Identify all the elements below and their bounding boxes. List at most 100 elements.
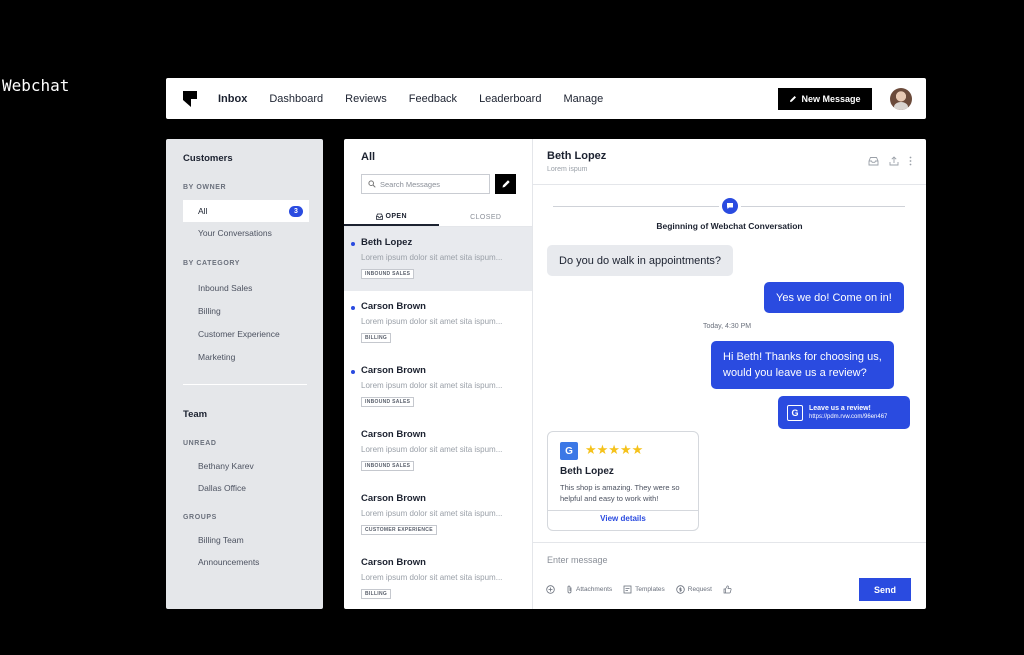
paperclip-icon xyxy=(567,585,572,594)
share-icon[interactable] xyxy=(889,156,899,166)
sidebar-item-marketing[interactable]: Marketing xyxy=(183,345,307,368)
templates-button[interactable]: Templates xyxy=(623,585,665,594)
sidebar-item-bethany-karev[interactable]: Bethany Karev xyxy=(183,455,307,477)
dollar-circle-icon xyxy=(676,585,685,594)
nav-reviews[interactable]: Reviews xyxy=(345,93,387,105)
by-owner-label: BY OWNER xyxy=(183,184,227,191)
search-box[interactable] xyxy=(361,174,490,194)
conversation-name: Carson Brown xyxy=(361,493,426,504)
sidebar: Customers BY OWNER All 3 Your Conversati… xyxy=(166,139,323,609)
thumbs-up-icon xyxy=(723,585,732,594)
nav-feedback[interactable]: Feedback xyxy=(409,93,457,105)
google-icon: G xyxy=(560,442,578,460)
chat-bubble-icon xyxy=(722,198,738,214)
templates-label: Templates xyxy=(635,586,665,593)
user-avatar[interactable] xyxy=(890,87,912,110)
conversation-start-label: Beginning of Webchat Conversation xyxy=(656,221,803,231)
review-text: This shop is amazing. They were so helpf… xyxy=(560,483,680,503)
new-message-button[interactable]: New Message xyxy=(778,87,872,110)
customers-heading: Customers xyxy=(183,153,233,164)
sidebar-item-inbound-sales[interactable]: Inbound Sales xyxy=(183,276,307,299)
conversation-preview: Lorem ipsum dolor sit amet sita ispum... xyxy=(361,381,503,390)
message-line: would you leave us a review? xyxy=(723,367,867,379)
inbox-icon xyxy=(375,213,383,220)
category-tag: INBOUND SALES xyxy=(361,397,415,407)
more-vertical-icon[interactable] xyxy=(909,156,912,166)
conversation-list: All OPEN CLOSED Beth Lopez Lorem ipsum d… xyxy=(344,139,533,609)
unread-dot xyxy=(351,306,355,310)
new-message-label: New Message xyxy=(801,93,861,104)
request-label: Request xyxy=(687,586,712,593)
google-icon: G xyxy=(787,404,803,421)
compose-button[interactable] xyxy=(495,174,516,194)
reviewer-name: Beth Lopez xyxy=(560,466,614,477)
message-composer: Attachments Templates Request Send xyxy=(533,542,926,609)
request-button[interactable]: Request xyxy=(676,585,712,594)
tab-closed[interactable]: CLOSED xyxy=(439,209,533,226)
brand-logo-icon[interactable] xyxy=(182,90,198,108)
nav-manage[interactable]: Manage xyxy=(563,93,603,105)
sidebar-item-customer-experience[interactable]: Customer Experience xyxy=(183,322,307,345)
by-category-label: BY CATEGORY xyxy=(183,260,241,267)
conversation-name: Carson Brown xyxy=(361,557,426,568)
review-link-title: Leave us a review! xyxy=(809,405,871,412)
plus-circle-icon xyxy=(546,585,555,594)
view-details-link[interactable]: View details xyxy=(548,514,698,523)
message-timestamp: Today, 4:30 PM xyxy=(703,323,752,330)
conversation-item[interactable]: Carson Brown Lorem ipsum dolor sit amet … xyxy=(344,355,532,419)
chat-panel: Beth Lopez Lorem ispum Beginning of Webc… xyxy=(533,139,926,609)
review-link-url: https://pdm.rvw.com/96en467 xyxy=(809,414,888,420)
star-rating: ★★★★★ xyxy=(585,442,644,457)
conversation-preview: Lorem ipsum dolor sit amet sita ispum... xyxy=(361,445,503,454)
add-button[interactable] xyxy=(546,585,555,594)
conversation-preview: Lorem ipsum dolor sit amet sita ispum... xyxy=(361,253,503,262)
nav-dashboard[interactable]: Dashboard xyxy=(269,93,323,105)
tab-open[interactable]: OPEN xyxy=(344,209,439,226)
conversation-item[interactable]: Carson Brown Lorem ipsum dolor sit amet … xyxy=(344,419,532,483)
sidebar-item-all[interactable]: All 3 xyxy=(183,200,309,222)
category-tag: INBOUND SALES xyxy=(361,461,415,471)
search-input[interactable] xyxy=(380,179,480,189)
conversation-preview: Lorem ipsum dolor sit amet sita ispum... xyxy=(361,573,503,582)
nav-inbox[interactable]: Inbox xyxy=(218,93,247,105)
sidebar-item-your-conversations[interactable]: Your Conversations xyxy=(183,222,307,244)
category-tag: INBOUND SALES xyxy=(361,269,415,279)
tab-open-label: OPEN xyxy=(385,213,407,220)
conversation-preview: Lorem ipsum dolor sit amet sita ispum... xyxy=(361,317,503,326)
chat-header: Beth Lopez Lorem ispum xyxy=(533,139,926,185)
outgoing-message: Hi Beth! Thanks for choosing us, would y… xyxy=(711,341,894,389)
conversation-name: Beth Lopez xyxy=(361,237,413,248)
status-tabs: OPEN CLOSED xyxy=(344,209,533,227)
attachments-button[interactable]: Attachments xyxy=(566,585,612,594)
page-label: Webchat xyxy=(2,76,70,95)
outgoing-message: Yes we do! Come on in! xyxy=(764,282,904,313)
contact-subtitle: Lorem ispum xyxy=(547,166,588,173)
unread-dot xyxy=(351,370,355,374)
sidebar-item-dallas-office[interactable]: Dallas Office xyxy=(183,477,307,499)
sidebar-item-announcements[interactable]: Announcements xyxy=(183,551,307,573)
search-icon xyxy=(368,180,376,188)
archive-icon[interactable] xyxy=(868,156,879,166)
category-tag: CUSTOMER EXPERIENCE xyxy=(361,525,437,535)
groups-label: GROUPS xyxy=(183,514,217,521)
review-link-message[interactable]: G Leave us a review! https://pdm.rvw.com… xyxy=(778,396,910,429)
nav-leaderboard[interactable]: Leaderboard xyxy=(479,93,541,105)
review-card: G ★★★★★ Beth Lopez This shop is amazing.… xyxy=(547,431,699,531)
team-heading: Team xyxy=(183,409,208,420)
sidebar-item-billing-team[interactable]: Billing Team xyxy=(183,529,307,551)
message-input[interactable] xyxy=(547,555,827,565)
conversation-item[interactable]: Beth Lopez Lorem ipsum dolor sit amet si… xyxy=(344,227,532,291)
tab-closed-label: CLOSED xyxy=(470,214,502,221)
attachments-label: Attachments xyxy=(576,586,613,593)
message-line: Hi Beth! Thanks for choosing us, xyxy=(723,351,882,363)
send-button[interactable]: Send xyxy=(859,578,911,601)
category-tag: BILLING xyxy=(361,333,392,343)
count-badge: 3 xyxy=(289,205,303,217)
conversation-name: Carson Brown xyxy=(361,365,426,376)
conversation-item[interactable]: Carson Brown Lorem ipsum dolor sit amet … xyxy=(344,291,532,355)
incoming-message: Do you do walk in appointments? xyxy=(547,245,734,276)
sidebar-item-billing[interactable]: Billing xyxy=(183,299,307,322)
conversation-item[interactable]: Carson Brown Lorem ipsum dolor sit amet … xyxy=(344,547,532,609)
conversation-item[interactable]: Carson Brown Lorem ipsum dolor sit amet … xyxy=(344,483,532,547)
thumbs-up-button[interactable] xyxy=(723,585,732,594)
